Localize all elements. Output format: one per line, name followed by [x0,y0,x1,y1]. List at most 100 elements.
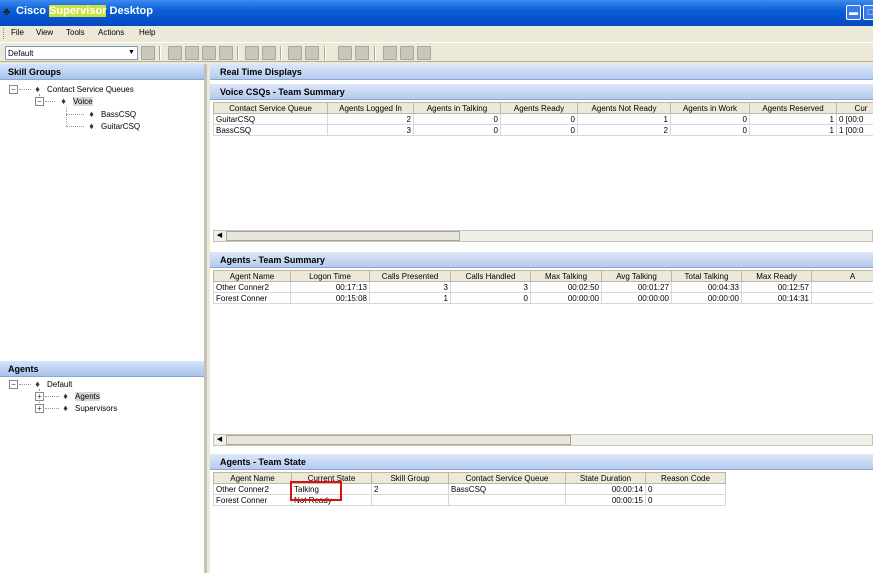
agent-state-icon[interactable] [168,46,182,60]
maximize-button[interactable]: □ [863,5,873,20]
collapse-icon[interactable]: − [9,380,18,389]
agent-summary-row[interactable]: Forest Conner 00:15:08 1 0 00:00:00 00:00:00 0… [213,292,873,304]
table-cell: Other Conner2 [213,281,291,293]
menu-help[interactable]: Help [139,28,155,37]
column-header[interactable]: Agents Logged In [327,102,414,114]
column-header[interactable]: Agents Ready [500,102,578,114]
menu-actions[interactable]: Actions [98,28,124,37]
column-header[interactable]: Avg Talking [601,270,672,282]
team-select[interactable]: Default ▼ [5,46,138,60]
agent-logout-icon[interactable] [219,46,233,60]
menu-tools[interactable]: Tools [66,28,85,37]
team-select-value: Default [8,49,34,58]
agent-notready-icon[interactable] [202,46,216,60]
column-header[interactable]: State Duration [565,472,646,484]
intercept-icon[interactable] [417,46,431,60]
column-header[interactable]: Calls Handled [450,270,531,282]
column-header[interactable]: Contact Service Queue [448,472,566,484]
minimize-button[interactable]: ▬ [846,5,861,20]
column-header[interactable]: Contact Service Queue [213,102,328,114]
agent-ready-icon[interactable] [185,46,199,60]
column-header[interactable]: Total Talking [671,270,742,282]
table-cell: 0 [450,292,531,304]
real-time-displays-header: Real Time Displays [210,64,873,80]
column-header[interactable]: Agents Not Ready [577,102,671,114]
expand-icon[interactable]: + [35,392,44,401]
column-header[interactable]: Logon Time [290,270,370,282]
agents-summary-scrollbar[interactable]: ◀ [213,434,873,446]
scroll-left-icon[interactable]: ◀ [214,231,225,241]
chevron-down-icon[interactable]: ▼ [126,47,137,59]
table-cell: 00:02:50 [530,281,602,293]
tree-node-agents[interactable]: ♦ Agents [60,391,100,402]
agents-icon: ♦ [63,391,68,401]
expand-icon[interactable]: + [35,404,44,413]
column-header[interactable]: Agents in Talking [413,102,501,114]
column-header[interactable]: Agents Reserved [749,102,837,114]
table-cell: 1 [369,292,451,304]
table-cell [448,494,566,506]
csq-row[interactable]: GuitarCSQ 2 0 0 1 0 1 0 [00:0 [213,113,873,125]
column-header[interactable]: Max Ready [741,270,812,282]
menu-file[interactable]: File [11,28,24,37]
toolbar-separator [159,46,161,60]
talking-highlight [290,481,342,501]
table-cell: 00:00:00 [671,292,742,304]
voice-csqs-scrollbar[interactable]: ◀ [213,230,873,242]
column-header[interactable]: Agents in Work [670,102,750,114]
scroll-thumb[interactable] [226,231,460,241]
title-highlight: Supervisor [49,5,107,17]
tree-node-contact-service-queues[interactable]: ♦ Contact Service Queues [32,84,134,95]
column-header[interactable]: Agent Name [213,472,292,484]
tree-node-supervisors[interactable]: ♦ Supervisors [60,403,117,414]
queue-folder-icon: ♦ [35,84,40,94]
collapse-icon[interactable]: − [9,85,18,94]
table-cell: 0 [645,483,726,495]
supervisors-icon: ♦ [63,403,68,413]
table-cell: BassCSQ [448,483,566,495]
barge-in-icon[interactable] [245,46,259,60]
record-icon[interactable] [383,46,397,60]
column-header[interactable]: Agent Name [213,270,291,282]
tree-node-voice[interactable]: ♦ Voice [58,96,93,107]
toolbar-separator [280,46,282,60]
agents-summary-table: Agent Name Logon Time Calls Presented Calls… [213,270,873,304]
csq-row[interactable]: BassCSQ 3 0 0 2 0 1 1 [00:0 [213,124,873,136]
team-icon[interactable] [141,46,155,60]
table-cell: 00:00:14 [565,483,646,495]
window-title: Cisco Supervisor Desktop [16,5,153,17]
team-message-icon[interactable] [355,46,369,60]
tree-node-guitarcsq[interactable]: ♦ GuitarCSQ [86,121,140,132]
table-cell: 1 [00:0 [836,124,873,136]
app-icon: ♣ [3,6,11,18]
agent-summary-row[interactable]: Other Conner2 00:17:13 3 3 00:02:50 00:01:27 0… [213,281,873,293]
column-header[interactable]: Reason Code [645,472,726,484]
menu-bar: File View Tools Actions Help [0,26,873,41]
tree-node-basscsq[interactable]: ♦ BassCSQ [86,109,136,120]
table-cell: GuitarCSQ [213,113,328,125]
table-cell: 00:12:57 [741,281,812,293]
column-header[interactable]: Calls Presented [369,270,451,282]
refresh-icon[interactable] [262,46,276,60]
monitor-icon[interactable] [400,46,414,60]
column-header[interactable]: Cur [836,102,873,114]
table-cell: 1 [577,113,671,125]
menu-view[interactable]: View [36,28,53,37]
voice-csqs-header: Voice CSQs - Team Summary [210,84,873,100]
table-cell: Other Conner2 [213,483,292,495]
scroll-thumb[interactable] [226,435,571,445]
table-cell: 0 [413,124,501,136]
toolbar: Default ▼ [0,42,873,62]
scroll-left-icon[interactable]: ◀ [214,435,225,445]
table-cell: 0 [645,494,726,506]
column-header[interactable]: A [811,270,873,282]
chat-icon[interactable] [288,46,302,60]
column-header[interactable]: Max Talking [530,270,602,282]
table-cell: 00:17:13 [290,281,370,293]
table-cell [811,292,873,304]
collapse-icon[interactable]: − [35,97,44,106]
report-icon[interactable] [305,46,319,60]
marquee-icon[interactable] [338,46,352,60]
table-cell: 1 [749,113,837,125]
column-header[interactable]: Skill Group [371,472,449,484]
